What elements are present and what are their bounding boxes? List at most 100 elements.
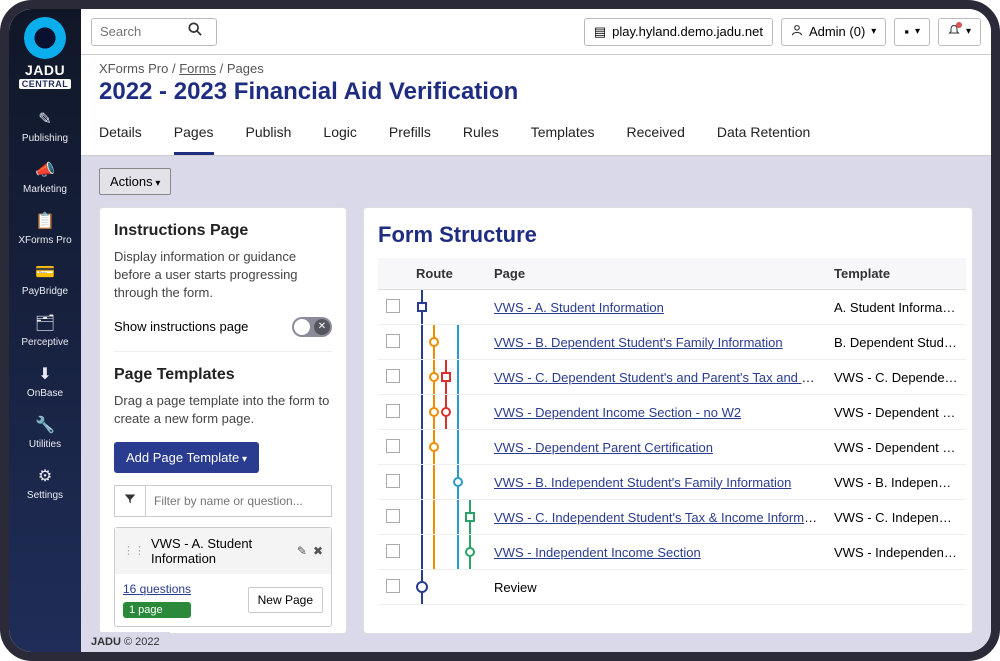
domain-button[interactable]: ▤ play.hyland.demo.jadu.net — [584, 18, 773, 46]
route-diagram — [408, 290, 486, 325]
route-diagram — [408, 535, 486, 570]
templates-heading: Page Templates — [114, 366, 332, 384]
card-menu-button[interactable]: ▪ — [894, 18, 930, 46]
template-cell: VWS - C. Independent — [826, 500, 966, 535]
questions-link[interactable]: 16 questions — [123, 582, 191, 596]
template-cell — [826, 570, 966, 605]
tab-details[interactable]: Details — [99, 114, 142, 155]
new-page-button[interactable]: New Page — [248, 587, 323, 613]
tab-pages[interactable]: Pages — [174, 114, 214, 155]
page-link[interactable]: VWS - Independent Income Section — [494, 545, 701, 560]
page-link[interactable]: VWS - C. Independent Student's Tax & Inc… — [494, 510, 826, 525]
bell-icon — [948, 24, 960, 39]
route-diagram — [408, 430, 486, 465]
marketing-icon: 📣 — [35, 160, 55, 180]
breadcrumb-forms-link[interactable]: Forms — [179, 61, 216, 76]
user-icon — [791, 24, 803, 39]
row-checkbox[interactable] — [386, 369, 400, 383]
globe-icon: ▤ — [594, 24, 606, 40]
page-link[interactable]: VWS - C. Dependent Student's and Parent'… — [494, 370, 826, 385]
tab-data-retention[interactable]: Data Retention — [717, 114, 810, 155]
actions-dropdown-button[interactable]: Actions — [99, 168, 171, 195]
page-title: 2022 - 2023 Financial Aid Verification — [81, 76, 991, 114]
template-cell: A. Student Information — [826, 290, 966, 325]
template-title: VWS - A. Student Information — [151, 536, 291, 566]
template-cell: VWS - Dependent Inco — [826, 395, 966, 430]
row-checkbox[interactable] — [386, 474, 400, 488]
template-cell: B. Dependent Student — [826, 325, 966, 360]
instructions-toggle[interactable] — [292, 317, 332, 337]
instructions-heading: Instructions Page — [114, 222, 332, 240]
page-link[interactable]: VWS - B. Dependent Student's Family Info… — [494, 335, 783, 350]
form-structure-panel: Form Structure RoutePageTemplate VWS - A… — [363, 207, 973, 634]
templates-description: Drag a page template into the form to cr… — [114, 392, 332, 428]
table-row: VWS - B. Independent Student's Family In… — [378, 465, 966, 500]
tab-logic[interactable]: Logic — [323, 114, 356, 155]
tab-templates[interactable]: Templates — [531, 114, 595, 155]
route-diagram — [408, 325, 486, 360]
search-box[interactable] — [91, 18, 217, 46]
brand-logo — [24, 17, 66, 59]
breadcrumb: XForms Pro / Forms / Pages — [81, 55, 991, 76]
table-row: VWS - Dependent Income Section - no W2 V… — [378, 395, 966, 430]
brand-subtitle: CENTRAL — [19, 79, 72, 89]
column-header — [378, 258, 408, 290]
rail-item-paybridge[interactable]: 💳PayBridge — [18, 254, 71, 305]
template-card[interactable]: ⋮⋮ VWS - A. Student Information ✎ ✖ 16 q… — [114, 527, 332, 627]
page-link[interactable]: VWS - Dependent Parent Certification — [494, 440, 713, 455]
left-panel: Instructions Page Display information or… — [99, 207, 347, 634]
rail-item-publishing[interactable]: ✎Publishing — [18, 101, 71, 152]
utilities-icon: 🔧 — [35, 415, 55, 435]
search-input[interactable] — [100, 24, 188, 39]
table-row: VWS - Dependent Parent Certification VWS… — [378, 430, 966, 465]
toggle-label: Show instructions page — [114, 319, 248, 334]
route-diagram — [408, 360, 486, 395]
row-checkbox[interactable] — [386, 404, 400, 418]
route-diagram — [408, 570, 486, 605]
delete-icon[interactable]: ✖ — [313, 544, 323, 558]
table-row: VWS - Independent Income Section VWS - I… — [378, 535, 966, 570]
page-link[interactable]: VWS - Dependent Income Section - no W2 — [494, 405, 741, 420]
page-link[interactable]: VWS - B. Independent Student's Family In… — [494, 475, 791, 490]
page-text: Review — [494, 580, 537, 595]
footer-copyright: JADU © 2022 — [81, 632, 170, 652]
template-filter-input[interactable] — [146, 485, 332, 517]
row-checkbox[interactable] — [386, 579, 400, 593]
rail-item-xforms-pro[interactable]: 📋XForms Pro — [18, 203, 71, 254]
onbase-icon: ⬇ — [35, 364, 55, 384]
page-link[interactable]: VWS - A. Student Information — [494, 300, 664, 315]
brand-name: JADU — [25, 63, 65, 77]
notifications-button[interactable] — [938, 18, 981, 46]
tab-publish[interactable]: Publish — [246, 114, 292, 155]
tabs: Details Pages Publish Logic Prefills Rules Tem… — [81, 114, 991, 156]
template-cell: VWS - C. Dependent S — [826, 360, 966, 395]
tab-prefills[interactable]: Prefills — [389, 114, 431, 155]
table-row: VWS - C. Independent Student's Tax & Inc… — [378, 500, 966, 535]
template-cell: VWS - Dependent Pare — [826, 430, 966, 465]
row-checkbox[interactable] — [386, 544, 400, 558]
search-icon — [188, 22, 202, 41]
row-checkbox[interactable] — [386, 334, 400, 348]
page-count-badge: 1 page — [123, 602, 191, 618]
rail-item-perceptive[interactable]: 🗂Perceptive — [18, 305, 71, 356]
admin-menu-button[interactable]: Admin (0) — [781, 18, 886, 46]
column-header: Route — [408, 258, 486, 290]
route-diagram — [408, 395, 486, 430]
edit-icon[interactable]: ✎ — [297, 544, 307, 558]
add-page-template-button[interactable]: Add Page Template — [114, 442, 259, 473]
row-checkbox[interactable] — [386, 299, 400, 313]
rail-item-settings[interactable]: ⚙Settings — [18, 458, 71, 509]
row-checkbox[interactable] — [386, 509, 400, 523]
tab-received[interactable]: Received — [627, 114, 685, 155]
drag-handle-icon[interactable]: ⋮⋮ — [123, 544, 145, 557]
column-header: Page — [486, 258, 826, 290]
rail-item-onbase[interactable]: ⬇OnBase — [18, 356, 71, 407]
settings-icon: ⚙ — [35, 466, 55, 486]
row-checkbox[interactable] — [386, 439, 400, 453]
tab-rules[interactable]: Rules — [463, 114, 499, 155]
rail-item-utilities[interactable]: 🔧Utilities — [18, 407, 71, 458]
rail-item-marketing[interactable]: 📣Marketing — [18, 152, 71, 203]
perceptive-icon: 🗂 — [35, 313, 55, 333]
column-header: Template — [826, 258, 966, 290]
filter-button[interactable] — [114, 485, 146, 517]
